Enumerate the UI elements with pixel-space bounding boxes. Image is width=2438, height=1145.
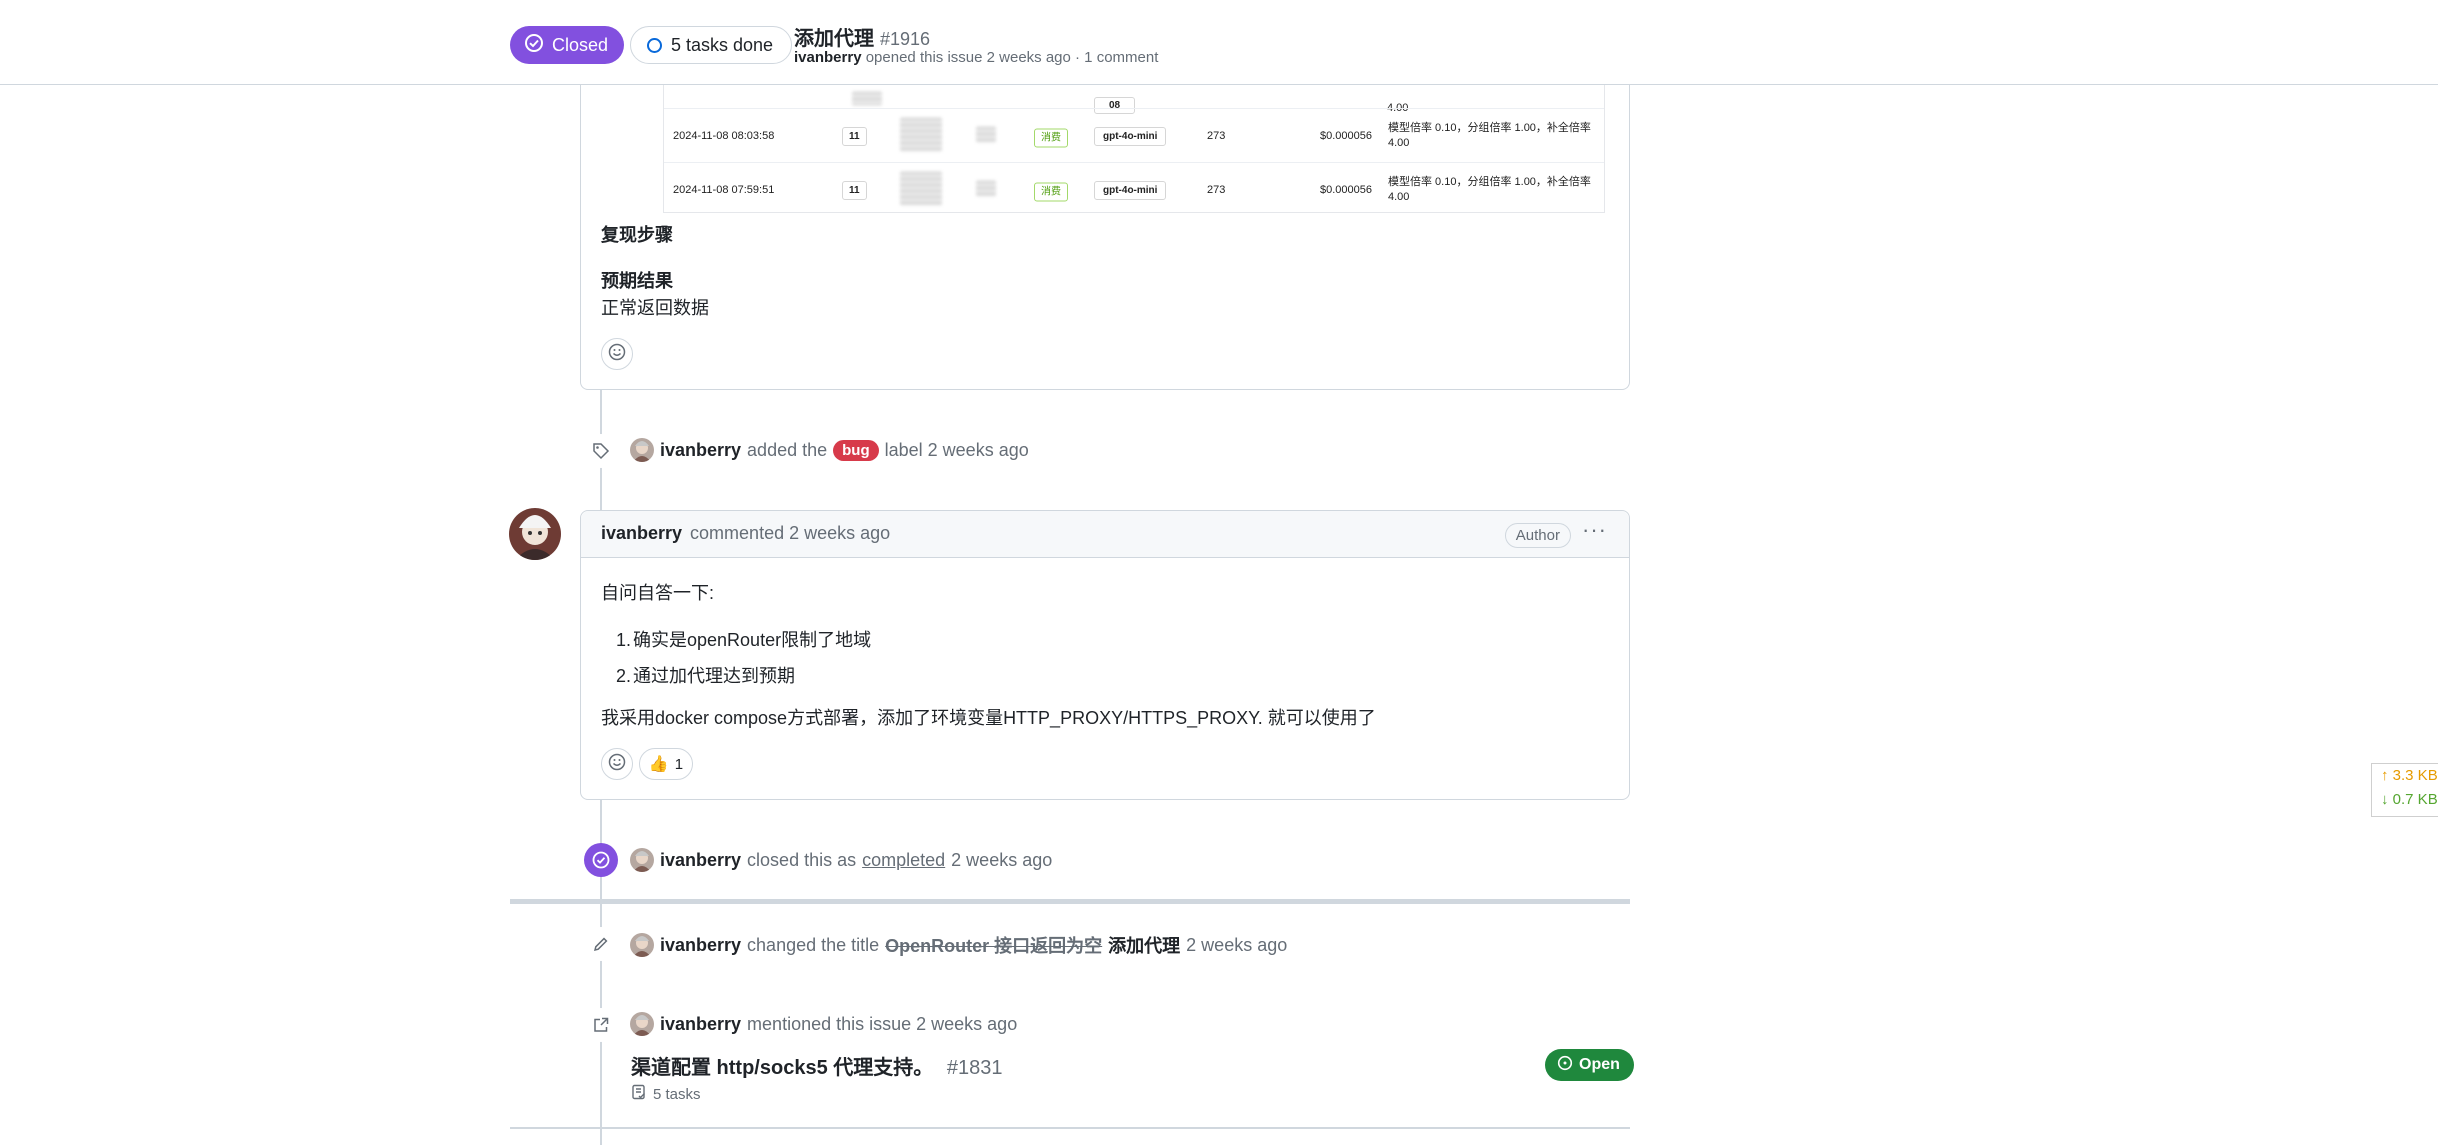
event-user-link[interactable]: ivanberry [660, 1014, 741, 1035]
comment-header-text: ivanberry commented 2 weeks ago [601, 523, 890, 544]
referenced-issue-link[interactable]: 渠道配置 http/socks5 代理支持。 #1831 [631, 1051, 1002, 1080]
smiley-icon [608, 753, 626, 775]
screenshot-model: gpt-4o-mini [1094, 127, 1167, 146]
comment-conclusion: 我采用docker compose方式部署，添加了环境变量HTTP_PROXY/… [601, 708, 1376, 728]
referenced-issue-state-badge: Open [1545, 1049, 1634, 1081]
screenshot-type: 消费 [1034, 128, 1068, 148]
timeline-end-divider [510, 1127, 1630, 1129]
comment-meta[interactable]: commented 2 weeks ago [690, 523, 890, 544]
referenced-issue-tasks: 5 tasks [631, 1084, 701, 1104]
event-text: added the [747, 439, 828, 460]
screenshot-cost: $0.000056 [1320, 184, 1372, 196]
closed-event: ivanberry closed this as completed 2 wee… [630, 848, 1052, 872]
user-avatar[interactable] [630, 438, 654, 462]
issue-state-closed-badge: Closed [510, 26, 625, 64]
issue-state-label: Closed [552, 34, 609, 55]
labeled-event: ivanberry added the bug label 2 weeks ag… [630, 438, 1029, 462]
comment-box: ivanberry commented 2 weeks ago Author ·… [580, 510, 1630, 800]
expected-result-text: 正常返回数据 [601, 298, 709, 318]
closed-check-icon [584, 843, 618, 877]
expected-result-heading: 预期结果 [601, 271, 673, 291]
list-item: 确实是openRouter限制了地域 [633, 630, 872, 650]
comment-author-avatar[interactable] [509, 508, 561, 560]
event-user-link[interactable]: ivanberry [660, 850, 741, 871]
download-speed: ↓ 0.7 KB [2381, 791, 2438, 808]
event-time: 2 weeks ago [951, 849, 1053, 870]
screenshot-row: 2024-11-08 07:59:51 11 消费 gpt-4o-mini 27… [664, 162, 1604, 212]
screenshot-detail: 模型倍率 0.10，分组倍率 1.00，补全倍率 4.00 [1388, 122, 1591, 149]
event-time: 2 weeks ago [1186, 934, 1288, 955]
screenshot-id: 11 [842, 127, 867, 146]
new-title: 添加代理 [1108, 936, 1181, 956]
add-reaction-button[interactable] [601, 338, 633, 370]
screenshot-tokens: 273 [1207, 130, 1226, 142]
issue-meta: ivanberry opened this issue 2 weeks ago … [794, 49, 1158, 66]
event-text: changed the title [747, 934, 880, 955]
repro-steps-heading: 复现步骤 [601, 225, 673, 245]
issue-opened-icon [1557, 1055, 1573, 1076]
open-state-label: Open [1579, 1056, 1620, 1073]
progress-circle-icon [647, 37, 662, 53]
screenshot-time: 2024-11-08 07:59:51 [673, 184, 775, 196]
smiley-icon [608, 343, 626, 365]
event-user-link[interactable]: ivanberry [660, 935, 741, 956]
pencil-icon [584, 927, 618, 961]
mention-event: ivanberry mentioned this issue 2 weeks a… [630, 1012, 1017, 1036]
thumbs-up-icon: 👍 [648, 756, 669, 773]
checklist-icon [631, 1084, 647, 1104]
issue-screenshot-image: 08 4.00 2024-11-08 08:03:58 11 消费 gpt-4o… [663, 84, 1605, 213]
sticky-issue-header: Closed 5 tasks done 添加代理 #1916 ivanberry … [0, 0, 2438, 85]
check-circle-icon [524, 33, 544, 58]
screenshot-type: 消费 [1034, 182, 1068, 202]
issue-author-link[interactable]: ivanberry [794, 49, 862, 66]
add-reaction-button[interactable] [601, 748, 633, 780]
screenshot-detail: 模型倍率 0.10，分组倍率 1.00，补全倍率 4.00 [1388, 176, 1591, 203]
issue-number: #1916 [880, 29, 931, 49]
old-title: OpenRouter 接口返回为空 [885, 936, 1103, 956]
reaction-count: 1 [674, 755, 684, 773]
upload-speed: ↑ 3.3 KB [2381, 767, 2438, 784]
kebab-menu-icon[interactable]: ··· [1582, 517, 1607, 543]
comment-author-link[interactable]: ivanberry [601, 523, 682, 544]
referenced-issue-title: 渠道配置 http/socks5 代理支持。 [631, 1057, 934, 1079]
comment-list: 1. 确实是openRouter限制了地域 2. 通过加代理达到预期 [615, 630, 872, 686]
event-text: closed this as [747, 849, 857, 870]
screenshot-cost: $0.000056 [1320, 130, 1372, 142]
issue-meta-text: opened this issue 2 weeks ago · 1 commen… [865, 49, 1159, 66]
screenshot-tokens: 273 [1207, 184, 1226, 196]
user-avatar[interactable] [630, 848, 654, 872]
screenshot-id: 11 [842, 181, 867, 200]
list-item: 通过加代理达到预期 [633, 666, 795, 686]
completed-link[interactable]: completed [862, 850, 945, 871]
author-badge: Author [1504, 523, 1571, 548]
event-time: label 2 weeks ago [884, 439, 1029, 460]
tasks-done-button[interactable]: 5 tasks done [630, 26, 793, 64]
tasks-done-label: 5 tasks done [671, 34, 774, 55]
event-text: mentioned this issue 2 weeks ago [747, 1013, 1018, 1034]
network-speed-widget: ↑ 3.3 KB ↓ 0.7 KB [2371, 763, 2438, 817]
user-avatar[interactable] [630, 1012, 654, 1036]
comment-intro: 自问自答一下: [601, 583, 715, 603]
event-user-link[interactable]: ivanberry [660, 440, 741, 461]
screenshot-model: gpt-4o-mini [1094, 181, 1167, 200]
timeline-separator [510, 899, 1630, 904]
bug-label[interactable]: bug [833, 439, 879, 461]
user-avatar[interactable] [630, 933, 654, 957]
cross-reference-icon [584, 1008, 618, 1042]
screenshot-time: 2024-11-08 08:03:58 [673, 130, 775, 142]
thumbs-up-reaction[interactable]: 👍 1 [639, 748, 693, 780]
ref-tasks-label: 5 tasks [653, 1085, 701, 1103]
title-changed-event: ivanberry changed the title OpenRouter 接… [630, 932, 1287, 958]
issue-title[interactable]: 添加代理 #1916 [794, 22, 930, 51]
screenshot-row: 2024-11-08 08:03:58 11 消费 gpt-4o-mini 27… [664, 108, 1604, 163]
referenced-issue-number: #1831 [946, 1057, 1003, 1079]
issue-title-text: 添加代理 [794, 28, 874, 50]
tag-icon [584, 434, 618, 468]
